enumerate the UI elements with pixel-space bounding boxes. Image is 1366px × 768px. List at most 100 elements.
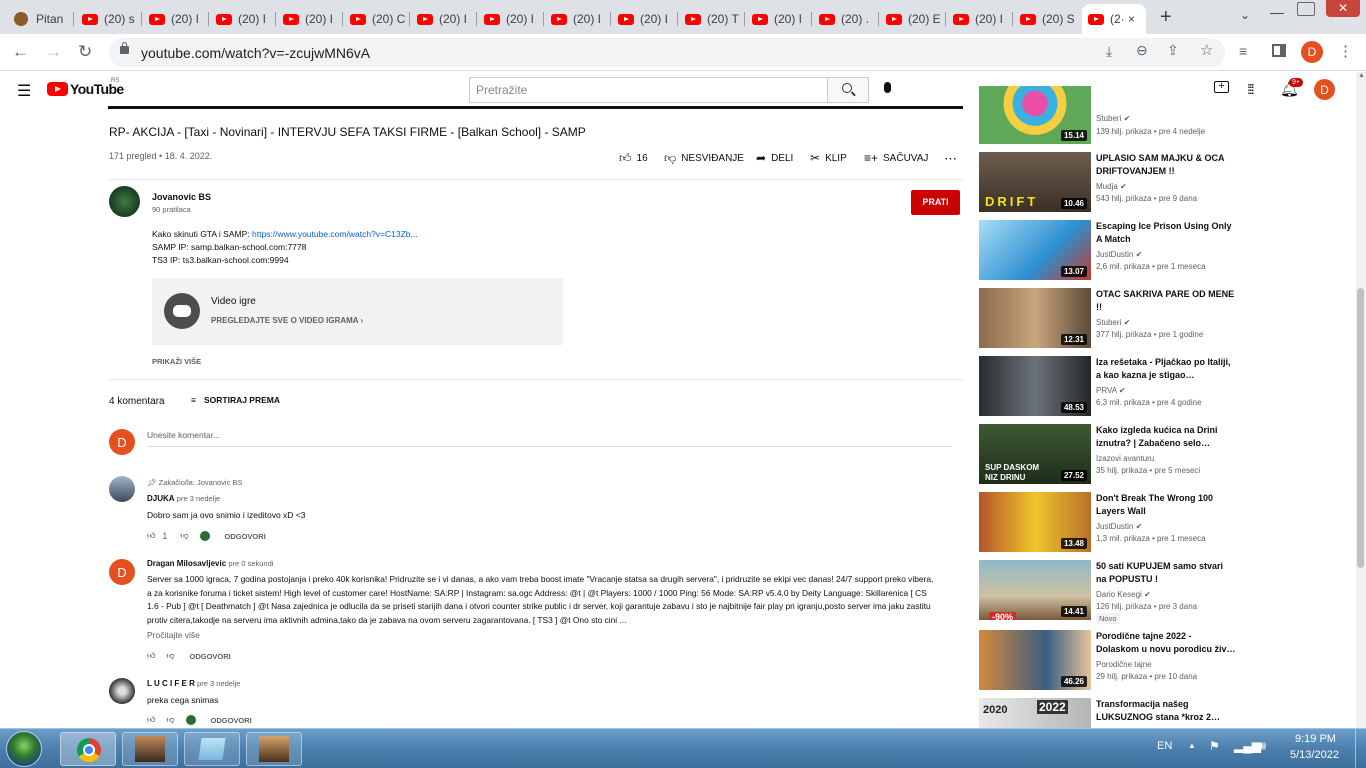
video-thumbnail[interactable]: DRIFT 10.46 [979,152,1091,212]
action-center-icon[interactable]: ⚑ [1209,739,1220,753]
browser-tab[interactable]: (20) S [1014,4,1080,34]
browser-tab[interactable]: (20) I [143,4,209,34]
omnibox[interactable]: youtube.com/watch?v=-zcujwMN6vA ⤓ ⊖ ⇪ ☆ [109,38,1225,67]
thumbs-up-icon[interactable]: 👍︎ [147,531,155,541]
game-category-card[interactable]: Video igre PREGLEDAJTE SVE O VIDEO IGRAM… [152,278,563,345]
taskbar-notepad[interactable] [184,732,240,766]
description-link[interactable]: https://www.youtube.com/watch?v=C13Zb... [252,229,418,239]
start-button[interactable] [6,731,42,767]
comment-author[interactable]: DJUKA [147,494,175,503]
thumbs-up-icon[interactable]: 👍︎ [147,715,155,725]
back-icon[interactable]: ← [12,42,29,62]
video-thumbnail[interactable]: 12.31 [979,288,1091,348]
rec-channel[interactable]: PRVA ✔ [1096,386,1126,395]
recommended-video[interactable]: 48.53 Iza rešetaka - Pljačkao po Italiji… [979,356,1359,416]
recommended-video[interactable]: 46.26 Porodične tajne 2022 - Dolaskom u … [979,630,1359,690]
taskbar-app[interactable] [246,732,302,766]
comment-author[interactable]: L U C I F E R [147,679,195,688]
search-input[interactable]: Pretražite [469,77,828,103]
browser-tab[interactable]: (20) I [746,4,812,34]
clip-button[interactable]: ✂ KLIP [810,151,847,165]
browser-tab[interactable]: (20) I [947,4,1013,34]
rec-channel[interactable]: Stuberi ✔ [1096,114,1130,123]
video-thumbnail[interactable]: 46.26 [979,630,1091,690]
video-thumbnail[interactable]: 2020 2022 [979,698,1091,728]
share-icon[interactable]: ⇪ [1167,42,1179,59]
hamburger-menu-icon[interactable]: ☰ [17,81,31,101]
thumbs-down-icon[interactable]: 👎︎ [166,715,174,725]
recommended-video[interactable]: SUP DASKOM NIZ DRINU 27.52 Kako izgleda … [979,424,1359,484]
reload-icon[interactable]: ↻ [78,42,92,62]
video-thumbnail[interactable]: 13.48 [979,492,1091,552]
new-tab-button[interactable]: + [1160,6,1172,29]
minimize-button[interactable]: — [1270,4,1284,20]
rec-title[interactable]: Escaping Ice Prison Using Only A Match [1096,220,1236,246]
rec-title[interactable]: Don't Break The Wrong 100 Layers Wall [1096,492,1236,518]
rec-channel[interactable]: JustDustin ✔ [1096,250,1142,259]
rec-title[interactable]: Transformacija našeg LUKSUZNOG stana *kr… [1096,698,1236,724]
clock-time[interactable]: 9:19 PM [1295,733,1336,745]
recommended-video[interactable]: 13.07 Escaping Ice Prison Using Only A M… [979,220,1359,280]
show-hidden-icons[interactable]: ▲ [1188,741,1196,750]
browser-tab[interactable]: (20) T [679,4,745,34]
browser-tab-active[interactable]: (2· × [1082,4,1146,34]
browser-tab[interactable]: (20) I [612,4,678,34]
recommended-video[interactable]: 15.14 Stuberi ✔ 139 hilj. prikaza • pre … [979,86,1359,144]
rec-title[interactable]: 50 sati KUPUJEM samo stvari na POPUSTU ! [1096,560,1236,586]
channel-name[interactable]: Jovanovic BS [152,192,211,202]
reply-button[interactable]: ODGOVORI [211,716,252,725]
clock-date[interactable]: 5/13/2022 [1290,749,1339,761]
recommended-video[interactable]: DRIFT 10.46 UPLASIO SAM MAJKU & OCA DRIF… [979,152,1359,212]
commenter-avatar[interactable] [109,678,135,704]
comment-time[interactable]: pre 3 nedelje [177,494,220,503]
rec-title[interactable]: Porodične tajne 2022 - Dolaskom u novu p… [1096,630,1236,656]
browser-tab[interactable]: (20) E [880,4,946,34]
comment-author[interactable]: Dragan Milosavljevic [147,559,226,568]
media-queue-icon[interactable]: ≡ [1239,43,1247,59]
rec-channel[interactable]: Dario Kesegi ✔ [1096,590,1151,599]
show-more-button[interactable]: PRIKAŽI VIŠE [152,357,201,366]
dislike-button[interactable]: 👎︎ NESVIĐANJE [664,151,744,166]
video-thumbnail[interactable]: 48.53 [979,356,1091,416]
scrollbar-thumb[interactable] [1357,288,1364,568]
browser-tab[interactable]: (20) I [277,4,343,34]
tab-search-icon[interactable]: ⌄ [1240,8,1250,22]
like-button[interactable]: 👍︎ 16 [619,151,648,166]
browser-tab[interactable]: (20) I [478,4,544,34]
browser-tab[interactable]: (20) . [813,4,879,34]
rec-title[interactable]: Kako izgleda kućica na Drini iznutra? | … [1096,424,1236,450]
rec-title[interactable]: Iza rešetaka - Pljačkao po Italiji, a ka… [1096,356,1236,382]
more-actions-icon[interactable]: ⋯ [944,151,957,167]
browser-tab[interactable]: (20) I [210,4,276,34]
browser-tab[interactable]: (20) s [76,4,142,34]
reply-button[interactable]: ODGOVORI [225,532,266,541]
taskbar-app[interactable] [122,732,178,766]
taskbar-chrome[interactable] [60,732,116,766]
video-thumbnail[interactable]: 15.14 [979,86,1091,144]
browser-tab[interactable]: Pitan [8,4,74,34]
video-thumbnail[interactable]: SUP DASKOM NIZ DRINU 27.52 [979,424,1091,484]
close-window-button[interactable]: ✕ [1326,0,1360,17]
comment-input[interactable]: Unesite komentar... [147,430,220,440]
microphone-icon[interactable] [884,82,891,93]
show-desktop-button[interactable] [1355,729,1366,768]
rec-channel[interactable]: Mudja ✔ [1096,182,1127,191]
rec-title[interactable]: UPLASIO SAM MAJKU & OCA DRIFTOVANJEM !! [1096,152,1236,178]
recommended-video[interactable]: 2020 2022 Transformacija našeg LUKSUZNOG… [979,698,1359,728]
commenter-avatar[interactable]: D [109,559,135,585]
thumbs-up-icon[interactable]: 👍︎ [147,651,155,661]
video-player-edge[interactable] [108,106,963,109]
rec-title[interactable]: OTAC SAKRIVA PARE OD MENE !! [1096,288,1236,314]
network-icon[interactable]: ▂▄▆ [1234,739,1261,753]
reply-button[interactable]: ODGOVORI [190,652,231,661]
read-more-link[interactable]: Pročitajte više [147,630,200,640]
install-icon[interactable]: ⤓ [1106,43,1112,60]
bookmark-star-icon[interactable]: ☆ [1200,41,1213,59]
thumbs-down-icon[interactable]: 👎︎ [180,531,188,541]
rec-channel[interactable]: Porodične tajne [1096,660,1152,669]
video-thumbnail[interactable]: 13.07 [979,220,1091,280]
card-link[interactable]: PREGLEDAJTE SVE O VIDEO IGRAMA › [211,316,363,325]
recommended-video[interactable]: 12.31 OTAC SAKRIVA PARE OD MENE !! Stube… [979,288,1359,348]
save-button[interactable]: ≡+ SAČUVAJ [864,151,928,165]
recommended-video[interactable]: 13.48 Don't Break The Wrong 100 Layers W… [979,492,1359,552]
